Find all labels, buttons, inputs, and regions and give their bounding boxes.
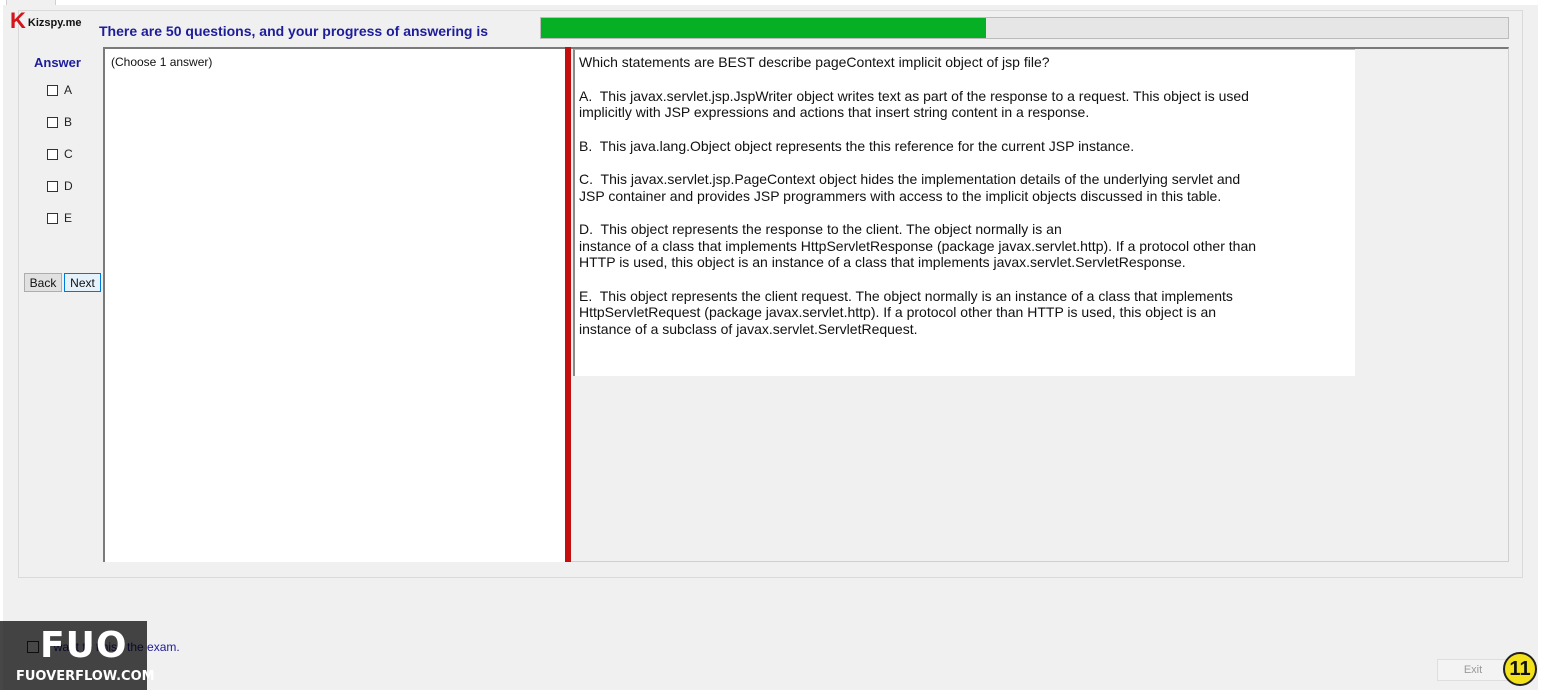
option-c-label: C	[64, 147, 73, 161]
option-b-checkbox[interactable]	[47, 116, 58, 128]
back-button[interactable]: Back	[24, 273, 62, 292]
question-line: B. This java.lang.Object object represen…	[579, 137, 1135, 154]
logo: K Kizspy.me	[10, 8, 82, 33]
option-d[interactable]: D	[47, 179, 73, 193]
option-a[interactable]: A	[47, 83, 72, 97]
option-a-label: A	[64, 83, 73, 97]
exit-button[interactable]: Exit	[1437, 659, 1509, 681]
logo-name: Kizspy.me	[27, 16, 82, 29]
question-line: Which statements are BEST describe pageC…	[579, 54, 1050, 70]
question-number-badge: 11	[1503, 652, 1537, 686]
option-c[interactable]: C	[47, 147, 73, 161]
answer-title: Answer	[34, 55, 81, 70]
option-b-label: B	[64, 115, 73, 129]
choose-hint: (Choose 1 answer)	[111, 55, 213, 69]
choose-panel: (Choose 1 answer)	[103, 47, 565, 562]
option-d-checkbox[interactable]	[47, 180, 58, 192]
question-line: HTTP is used, this object is an instance…	[579, 254, 1186, 270]
question-line: A. This javax.servlet.jsp.JspWriter obje…	[579, 87, 1249, 104]
option-e-label: E	[64, 211, 73, 225]
question-line: E. This object represents the client req…	[579, 287, 1233, 304]
watermark-logo: FUO FUOVERFLOW.COM	[0, 621, 155, 690]
question-line: JSP container and provides JSP programme…	[579, 187, 1222, 204]
logo-letter: K	[10, 8, 26, 33]
next-button[interactable]: Next	[64, 273, 101, 292]
question-line: implicitly with JSP expressions and acti…	[579, 104, 1090, 120]
question-line: C. This javax.servlet.jsp.PageContext ob…	[579, 171, 1241, 187]
progress-label: There are 50 questions, and your progres…	[99, 23, 488, 39]
question-line: instance of a class that implements Http…	[579, 237, 1257, 254]
question-line: instance of a subclass of javax.servlet.…	[579, 320, 918, 337]
option-e[interactable]: E	[47, 211, 72, 225]
question-line: D. This object represents the response t…	[579, 221, 1062, 237]
watermark-big: FUO	[40, 625, 128, 666]
option-a-checkbox[interactable]	[47, 84, 58, 96]
question-text-box[interactable]: Which statements are BEST describe pageC…	[573, 49, 1355, 376]
watermark-small: FUOVERFLOW.COM	[16, 669, 155, 684]
option-b[interactable]: B	[47, 115, 72, 129]
progress-bar	[540, 17, 1509, 39]
progress-fill	[541, 18, 986, 38]
option-e-checkbox[interactable]	[47, 212, 58, 224]
option-d-label: D	[64, 179, 73, 193]
option-c-checkbox[interactable]	[47, 148, 58, 160]
question-line: HttpServletRequest (package javax.servle…	[579, 304, 1217, 320]
